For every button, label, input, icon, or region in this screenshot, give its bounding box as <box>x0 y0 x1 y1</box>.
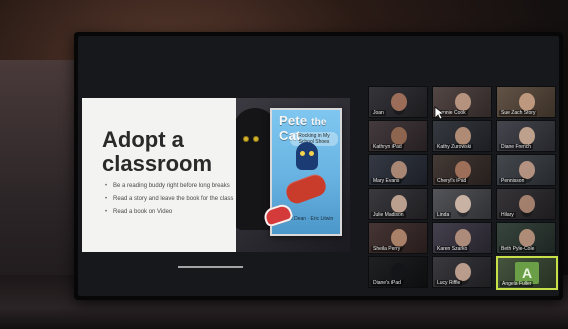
participant-tile[interactable]: Beth Pyle-Cole <box>496 222 556 254</box>
participant-tile[interactable]: Linda <box>432 188 492 220</box>
participant-name: Karen Szarko <box>435 246 470 252</box>
participant-silhouette <box>519 161 535 179</box>
participant-tile[interactable]: Sheila Perry <box>368 222 428 254</box>
participant-silhouette <box>455 229 471 247</box>
participant-name: Linda <box>435 212 452 218</box>
slide-bullet: Read a story and leave the book for the … <box>105 195 239 203</box>
participant-silhouette <box>391 195 407 213</box>
participant-name: Angela Fuller <box>500 281 534 287</box>
participant-tile[interactable]: Kathryn iPad <box>368 120 428 152</box>
participant-silhouette <box>519 93 535 111</box>
participant-tile[interactable]: Joan <box>368 86 428 118</box>
participant-name: Julie Madison <box>371 212 406 218</box>
participant-tile[interactable]: Lucy Riffle <box>432 256 492 288</box>
slide-bullet: Be a reading buddy right before long bre… <box>105 182 239 190</box>
participant-tile[interactable]: Hilary <box>496 188 556 220</box>
book-title-the: the <box>311 117 327 128</box>
participant-tile[interactable]: Diane French <box>496 120 556 152</box>
cat-eye <box>253 136 259 142</box>
participant-tile[interactable]: Karen Szarko <box>432 222 492 254</box>
participant-name: Beth Pyle-Cole <box>499 246 537 252</box>
participant-name: Kathryn iPad <box>371 144 404 150</box>
presentation-slide: Adopt a classroom Be a reading buddy rig… <box>82 98 350 252</box>
book-cat-illustration <box>296 142 318 170</box>
monitor: Adopt a classroom Be a reading buddy rig… <box>74 32 563 300</box>
participant-name: Sheila Perry <box>371 246 403 252</box>
participant-silhouette <box>391 263 407 281</box>
participant-name: Hilary <box>499 212 516 218</box>
participant-silhouette <box>455 195 471 213</box>
zoom-screen: Adopt a classroom Be a reading buddy rig… <box>78 36 559 296</box>
participant-tile[interactable]: Kathy Zurowski <box>432 120 492 152</box>
participant-silhouette <box>519 229 535 247</box>
participant-silhouette <box>391 93 407 111</box>
participant-silhouette <box>391 229 407 247</box>
participant-silhouette <box>455 263 471 281</box>
participant-tile[interactable]: Pennisson <box>496 154 556 186</box>
cat-eye <box>243 136 249 142</box>
participant-silhouette <box>455 127 471 145</box>
book-image: Pete the Cat Rocking in My School Shoes … <box>236 98 350 252</box>
participant-silhouette <box>519 195 535 213</box>
participant-tile[interactable]: A Angela Fuller <box>496 256 558 290</box>
participant-name: Diane's iPad <box>371 280 403 286</box>
participant-name: Diane French <box>499 144 534 150</box>
participant-name: Cheryl's iPad <box>435 178 469 184</box>
participant-name: Lucy Riffle <box>435 280 463 286</box>
participant-name: Pennisson <box>499 178 527 184</box>
participant-name: Kathy Zurowski <box>435 144 474 150</box>
participant-silhouette <box>455 161 471 179</box>
participant-grid: Joan Bonnie Cook Sue Zach Story Kathryn iPa… <box>368 86 558 290</box>
participant-name: Mary Evans <box>371 178 402 184</box>
participant-tile[interactable]: Sue Zach Story <box>496 86 556 118</box>
participant-tile[interactable]: Cheryl's iPad <box>432 154 492 186</box>
participant-tile[interactable]: Julie Madison <box>368 188 428 220</box>
participant-silhouette <box>455 93 471 111</box>
slide-progress-bar <box>178 266 243 268</box>
mouse-pointer-icon <box>434 106 444 120</box>
participant-name: Sue Zach Story <box>499 110 538 116</box>
slide-bullet: Read a book on Video <box>105 208 239 216</box>
participant-tile[interactable]: Diane's iPad <box>368 256 428 288</box>
slide-bullets: Be a reading buddy right before long bre… <box>105 182 239 221</box>
slide-title: Adopt a classroom <box>102 127 213 176</box>
book-guitar-illustration <box>283 171 329 207</box>
book-title-line1: Pete <box>279 113 308 128</box>
shared-screen: Adopt a classroom Be a reading buddy rig… <box>82 98 350 252</box>
participant-tile[interactable]: Mary Evans <box>368 154 428 186</box>
participant-silhouette <box>519 127 535 145</box>
participant-name: Joan <box>371 110 386 116</box>
participant-silhouette <box>391 161 407 179</box>
participant-silhouette <box>391 127 407 145</box>
